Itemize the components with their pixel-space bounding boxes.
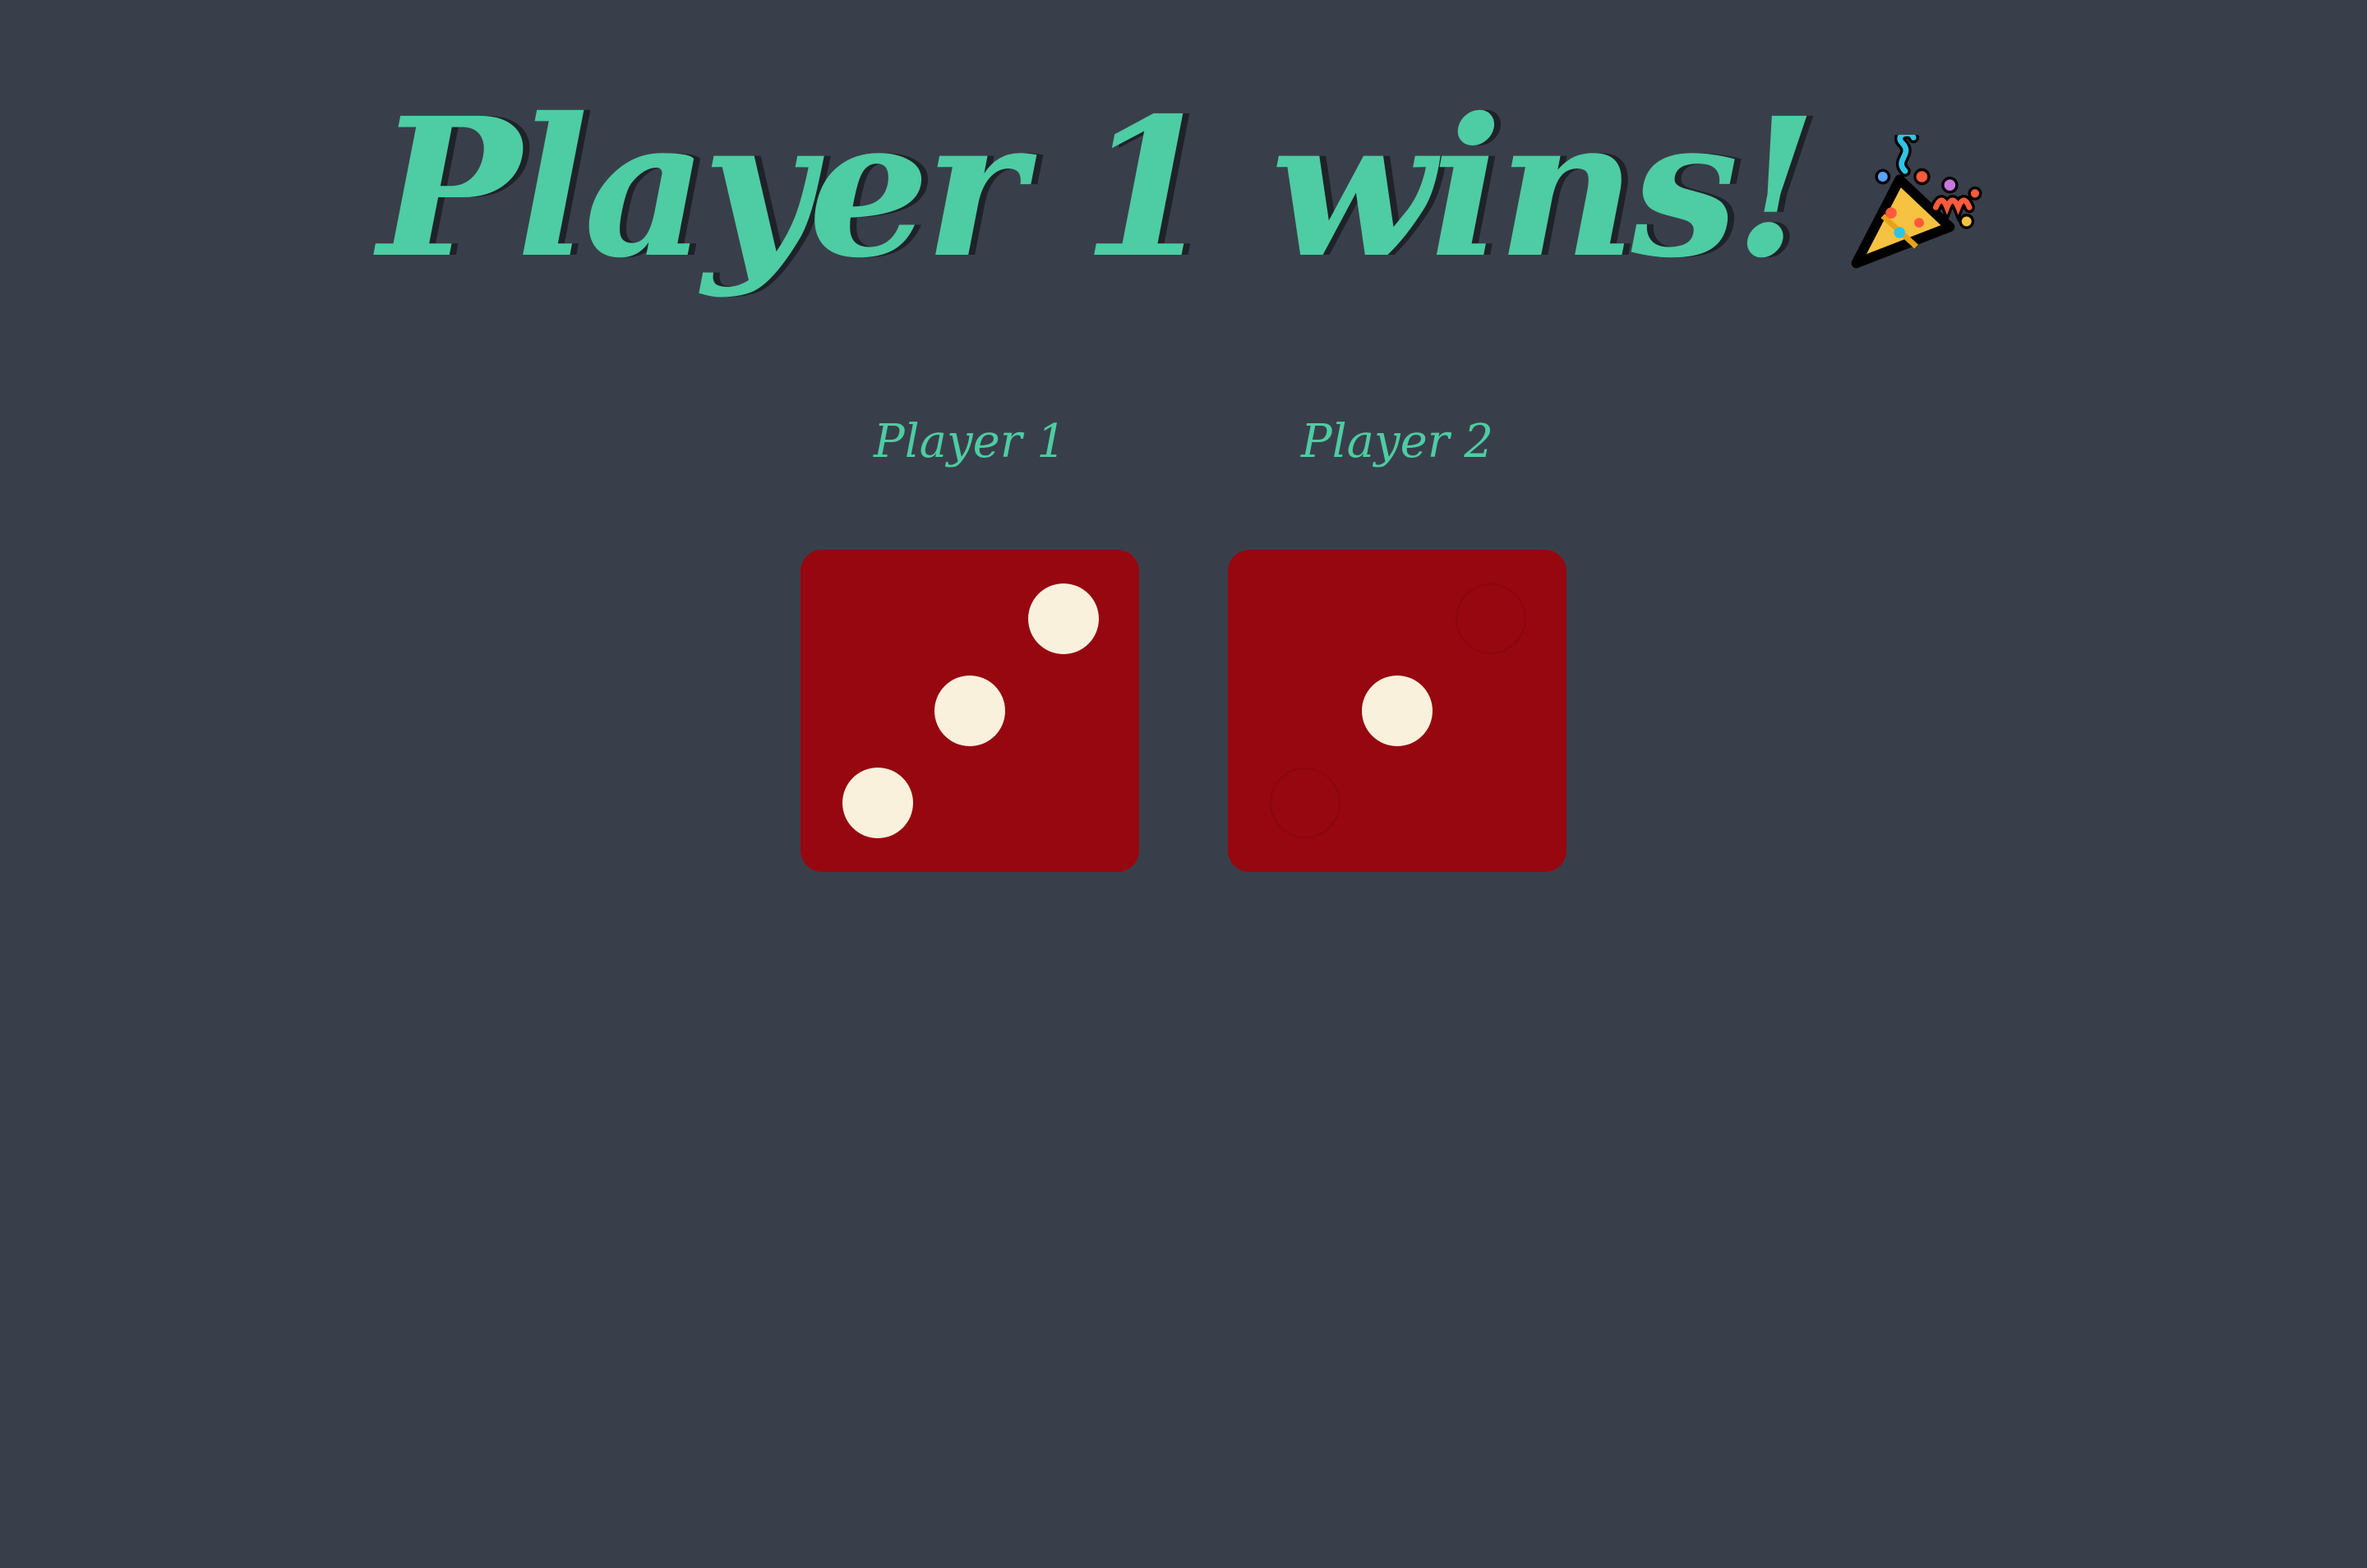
winner-title: Player 1 wins! (377, 76, 1817, 300)
player-2-die (1228, 550, 1566, 872)
die-pip (842, 768, 913, 838)
die-pip-hidden (1456, 583, 1526, 654)
player-1-die (801, 550, 1139, 872)
party-popper-icon (1851, 135, 1982, 269)
die-pip-hidden (1270, 768, 1340, 838)
die-pip (934, 676, 1005, 746)
die-pip (1028, 583, 1099, 654)
player-2-label: Player 2 (1301, 415, 1493, 468)
winner-headline: Player 1 wins! (0, 74, 2367, 302)
player-1-label: Player 1 (874, 415, 1066, 468)
die-pip (1362, 676, 1433, 746)
